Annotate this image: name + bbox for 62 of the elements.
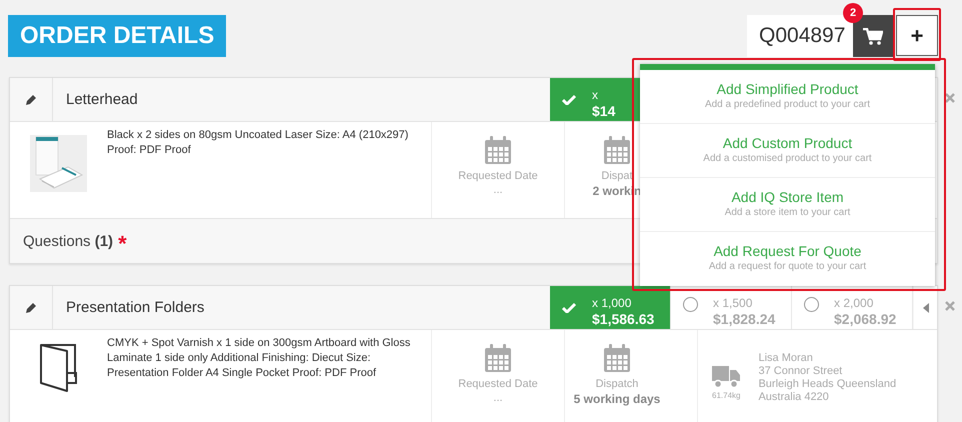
requested-date-value: ... <box>493 184 503 196</box>
truck-icon <box>712 366 740 388</box>
menu-item[interactable]: Add Custom Product Add a customised product to your cart <box>640 124 935 178</box>
page-title: ORDER DETAILS <box>8 15 226 57</box>
menu-item-subtitle: Add a customised product to your cart <box>703 153 872 164</box>
dispatch-time: 5 working days <box>574 392 660 406</box>
calendar-icon <box>484 344 512 372</box>
address-line: 37 Connor Street <box>758 365 844 378</box>
check-icon <box>562 94 576 105</box>
item-name: Presentation Folders <box>65 298 206 318</box>
folder-icon <box>38 343 78 393</box>
required-mark: * <box>118 233 127 255</box>
option-quantity: x <box>592 86 599 102</box>
cart-icon <box>863 28 883 44</box>
add-button[interactable]: + <box>896 15 938 56</box>
close-icon <box>945 93 955 103</box>
option-quantity: x 1,000 <box>592 294 632 310</box>
caret-left-icon <box>922 302 928 312</box>
option-price: $14 <box>592 102 616 118</box>
cart-count-badge: 2 <box>843 3 863 23</box>
option-price: $1,586.63 <box>592 310 656 326</box>
item-description: CMYK + Spot Varnish x 1 side on 300gsm Artboard with Gloss Laminate 1 side only Additional Finishing: Diecut Size: Presentation Folder A4 Single Pocket Proof: PDF Proof <box>107 336 412 381</box>
pencil-icon <box>25 94 37 106</box>
parcel-weight: 61.74kg <box>712 391 740 400</box>
close-icon <box>945 301 955 311</box>
menu-item[interactable]: Add Request For Quote Add a request for quote to your cart <box>640 232 935 286</box>
address-line: Australia 4220 <box>758 391 830 404</box>
questions-label[interactable]: Questions (1) <box>23 232 114 250</box>
option-price: $1,828.24 <box>713 310 776 326</box>
pencil-icon <box>25 302 37 314</box>
item-name: Letterhead <box>65 90 139 110</box>
menu-item-title: Add Simplified Product <box>716 81 858 97</box>
dispatch-label: Dispat <box>601 170 633 182</box>
menu-item-subtitle: Add a store item to your cart <box>724 207 850 218</box>
option-quantity: x 1,500 <box>713 294 754 310</box>
address-line: Burleigh Heads Queensland <box>758 378 896 391</box>
calendar-icon <box>603 344 631 372</box>
price-option[interactable]: x 2,000 $2,068.92 <box>792 286 913 329</box>
requested-date-value: ... <box>493 392 503 404</box>
address-line: Lisa Moran <box>758 352 814 365</box>
menu-item-title: Add Custom Product <box>722 135 852 151</box>
menu-item[interactable]: Add Simplified Product Add a predefined product to your cart <box>640 70 935 124</box>
menu-item-subtitle: Add a request for quote to your cart <box>708 261 866 272</box>
quote-number: Q004897 <box>747 15 853 57</box>
menu-item-title: Add Request For Quote <box>714 243 862 259</box>
price-option[interactable]: x 1,000 $1,586.63 <box>550 286 671 329</box>
radio-button[interactable] <box>683 297 698 312</box>
cart-button[interactable] <box>853 15 893 57</box>
option-price: $2,068.92 <box>834 310 898 326</box>
dispatch-label: Dispatch <box>596 378 638 390</box>
radio-button[interactable] <box>804 297 819 312</box>
option-quantity: x 2,000 <box>834 294 874 310</box>
calendar-icon <box>603 136 631 164</box>
menu-item[interactable]: Add IQ Store Item Add a store item to your cart <box>640 178 935 232</box>
calendar-icon <box>484 136 512 164</box>
requested-date-label: Requested Date <box>458 378 538 390</box>
menu-item-title: Add IQ Store Item <box>731 189 844 205</box>
requested-date-label: Requested Date <box>458 170 538 182</box>
menu-item-subtitle: Add a predefined product to your cart <box>704 99 870 110</box>
item-description: Black x 2 sides on 80gsm Uncoated Laser Size: A4 (210x297) Proof: PDF Proof <box>107 128 410 158</box>
price-option[interactable]: x 1,500 $1,828.24 <box>671 286 792 329</box>
check-icon <box>562 302 576 313</box>
